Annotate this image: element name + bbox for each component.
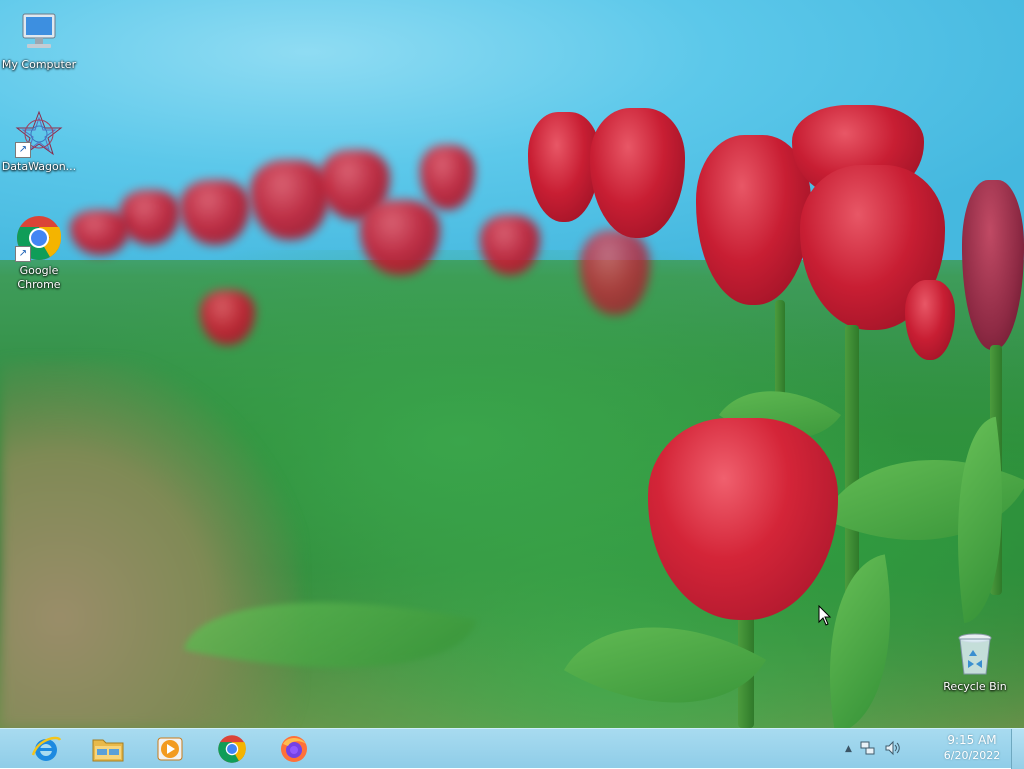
folder-icon (92, 739, 124, 762)
desktop-icon-google-chrome[interactable]: ↗ Google Chrome (0, 214, 78, 292)
desktop-icon-datawagon[interactable]: ↗ DataWagon... (0, 110, 78, 174)
chrome-icon: ↗ (15, 214, 63, 262)
taskbar-internet-explorer-button[interactable] (24, 732, 68, 766)
volume-icon[interactable] (884, 740, 902, 759)
clock-time: 9:15 AM (947, 733, 997, 747)
media-player-icon (157, 737, 183, 761)
chrome-icon (218, 735, 246, 763)
show-hidden-icons-button[interactable]: ▲ (845, 744, 852, 754)
desktop-icon-label: Google Chrome (17, 264, 61, 291)
taskbar-chrome-button[interactable] (210, 732, 254, 766)
computer-icon (15, 8, 63, 56)
wallpaper-stem (845, 325, 859, 595)
mouse-cursor-icon (818, 604, 832, 631)
taskbar-media-player-button[interactable] (148, 732, 192, 766)
shortcut-arrow-icon: ↗ (15, 142, 31, 158)
wallpaper-ground (0, 360, 300, 728)
taskbar: ▲ 9:15 AM 6/20/2022 (0, 728, 1024, 769)
show-desktop-button[interactable] (1011, 729, 1024, 769)
taskbar-file-explorer-button[interactable] (86, 732, 130, 766)
desktop-icon-my-computer[interactable]: My Computer (0, 8, 78, 72)
desktop-wallpaper: My Computer ↗ DataWagon... ↗ Google Chro… (0, 0, 1024, 728)
desktop-icon-recycle-bin[interactable]: Recycle Bin (936, 630, 1014, 694)
desktop-icon-label: Recycle Bin (943, 680, 1007, 693)
taskbar-clock[interactable]: 9:15 AM 6/20/2022 (936, 733, 1008, 763)
system-tray: ▲ (845, 729, 902, 769)
recycle-bin-icon (951, 630, 999, 678)
firefox-icon (281, 736, 307, 762)
shortcut-arrow-icon: ↗ (15, 246, 31, 262)
datawagon-icon: ↗ (15, 110, 63, 158)
network-icon[interactable] (860, 740, 876, 759)
clock-date: 6/20/2022 (943, 749, 1001, 762)
internet-explorer-icon (31, 736, 62, 761)
desktop-icon-label: My Computer (1, 58, 77, 71)
desktop-icon-label: DataWagon... (1, 160, 77, 173)
taskbar-firefox-button[interactable] (272, 732, 316, 766)
